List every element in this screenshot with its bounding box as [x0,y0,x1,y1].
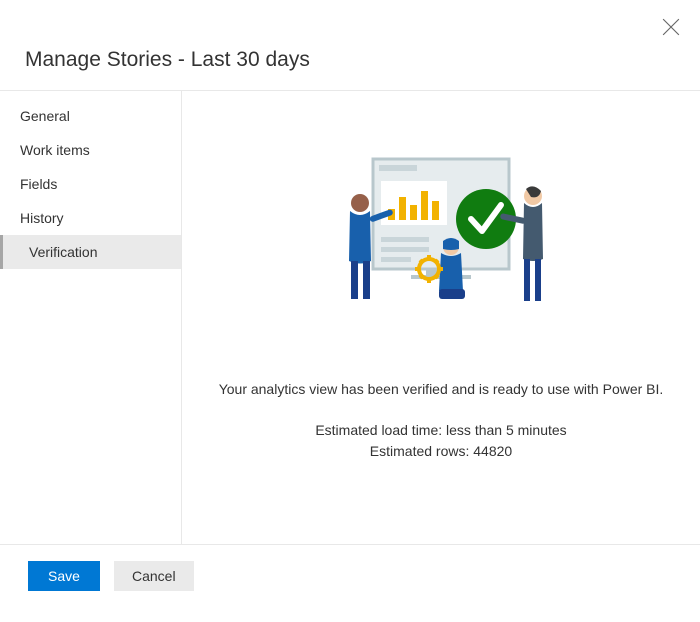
verification-estimates: Estimated load time: less than 5 minutes… [219,420,664,462]
sidebar-item-work-items[interactable]: Work items [0,133,181,167]
dialog-header: Manage Stories - Last 30 days [0,0,700,90]
close-icon[interactable] [662,18,680,36]
verification-text: Your analytics view has been verified an… [219,379,664,400]
save-button[interactable]: Save [28,561,100,591]
sidebar-item-fields[interactable]: Fields [0,167,181,201]
estimated-load-time: Estimated load time: less than 5 minutes [219,420,664,441]
cancel-button[interactable]: Cancel [114,561,194,591]
sidebar-item-general[interactable]: General [0,99,181,133]
estimated-rows: Estimated rows: 44820 [219,441,664,462]
dialog-title: Manage Stories - Last 30 days [25,48,700,72]
content-panel: Your analytics view has been verified an… [182,91,700,544]
dialog-body: General Work items Fields History Verifi… [0,90,700,545]
sidebar: General Work items Fields History Verifi… [0,91,182,544]
dialog-footer: Save Cancel [0,545,700,591]
sidebar-item-verification[interactable]: Verification [0,235,181,269]
sidebar-item-history[interactable]: History [0,201,181,235]
verification-message: Your analytics view has been verified an… [219,379,664,462]
verification-success-illustration [321,141,561,341]
